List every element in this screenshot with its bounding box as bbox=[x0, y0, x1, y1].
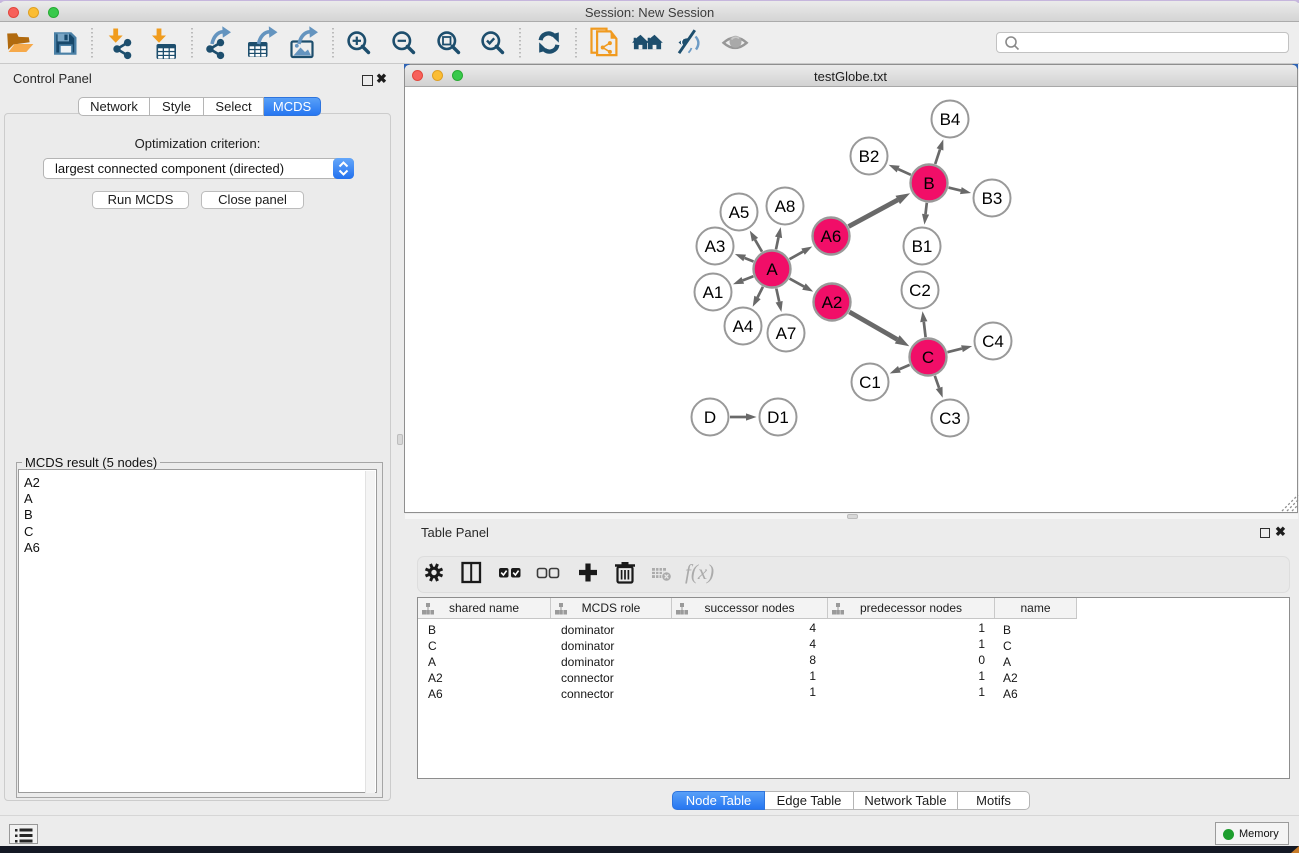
svg-text:B2: B2 bbox=[859, 147, 880, 166]
svg-text:C3: C3 bbox=[939, 409, 961, 428]
svg-text:A: A bbox=[766, 260, 778, 279]
svg-text:A6: A6 bbox=[821, 227, 842, 246]
svg-text:A5: A5 bbox=[729, 203, 750, 222]
svg-text:A4: A4 bbox=[733, 317, 754, 336]
svg-text:A2: A2 bbox=[822, 293, 843, 312]
svg-text:C2: C2 bbox=[909, 281, 931, 300]
svg-text:D: D bbox=[704, 408, 716, 427]
svg-text:D1: D1 bbox=[767, 408, 789, 427]
svg-text:B1: B1 bbox=[912, 237, 933, 256]
svg-text:C4: C4 bbox=[982, 332, 1004, 351]
svg-text:B4: B4 bbox=[940, 110, 961, 129]
svg-text:C1: C1 bbox=[859, 373, 881, 392]
svg-text:B: B bbox=[923, 174, 934, 193]
svg-text:f(x): f(x) bbox=[685, 560, 714, 584]
svg-text:B3: B3 bbox=[982, 189, 1003, 208]
svg-text:A3: A3 bbox=[705, 237, 726, 256]
svg-text:A1: A1 bbox=[703, 283, 724, 302]
svg-text:C: C bbox=[922, 348, 934, 367]
svg-text:A7: A7 bbox=[776, 324, 797, 343]
svg-text:A8: A8 bbox=[775, 197, 796, 216]
